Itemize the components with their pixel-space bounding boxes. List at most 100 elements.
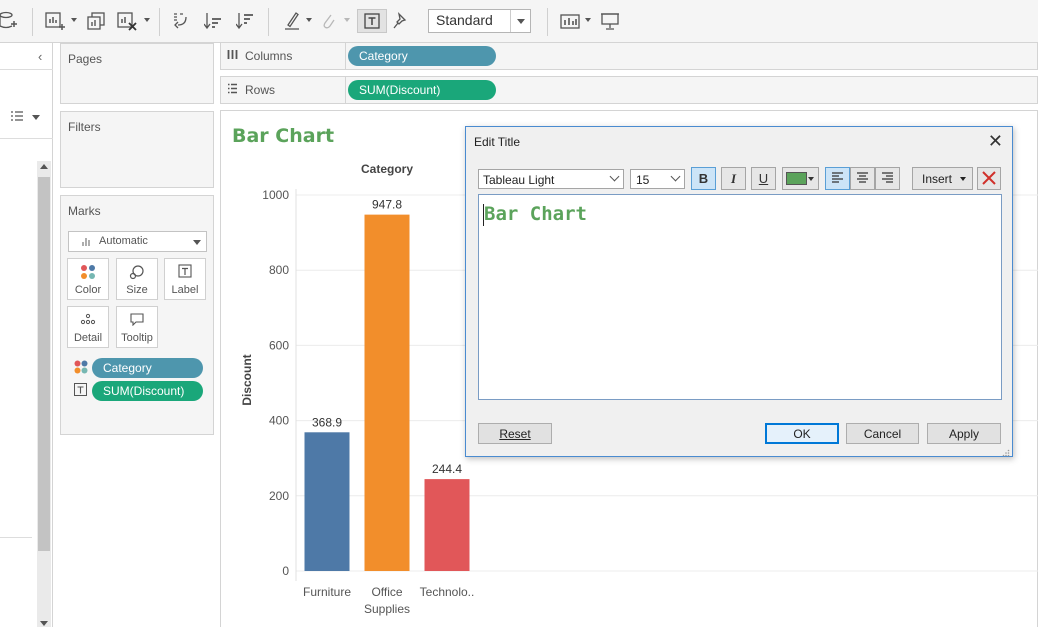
align-left-button[interactable] [825,167,850,190]
pin-icon[interactable] [392,9,410,33]
toolbar-separator [159,8,160,36]
duplicate-icon[interactable] [85,9,107,33]
vertical-scrollbar[interactable] [37,161,51,627]
y-tick-label: 800 [269,263,289,277]
chevron-down-icon [510,10,530,32]
align-right-button[interactable] [875,167,900,190]
chevron-down-icon [670,171,681,182]
apply-button[interactable]: Apply [927,423,1001,444]
label-label: Label [171,284,199,296]
bold-button[interactable]: B [691,167,716,190]
align-center-button[interactable] [850,167,875,190]
new-worksheet-dropdown-icon[interactable] [71,18,77,22]
scroll-thumb[interactable] [38,177,50,551]
swap-icon[interactable] [171,9,191,33]
insert-button[interactable]: Insert [912,167,973,190]
show-me-dropdown-icon[interactable] [585,18,591,22]
red-x-icon [982,171,996,185]
bar-chart-icon [82,237,91,249]
rows-pill[interactable]: SUM(Discount) [348,80,496,100]
presentation-icon[interactable] [600,9,620,33]
detail-button[interactable]: Detail [67,306,109,348]
reset-button[interactable]: Reset [478,423,552,444]
color-label: Color [74,284,102,296]
resize-grip-icon[interactable] [1002,446,1010,457]
label-icon [74,383,87,399]
view-dropdown-icon[interactable] [32,115,40,120]
underline-button[interactable]: U [751,167,776,190]
pages-card[interactable]: Pages [60,43,214,104]
clear-format-button[interactable] [977,167,1001,190]
show-me-icon[interactable] [559,9,581,33]
columns-shelf: Columns Category [220,42,1038,70]
pill-label: Category [359,49,408,63]
toolbar-separator [32,8,33,36]
highlight-icon[interactable] [282,9,302,33]
new-worksheet-icon[interactable] [44,9,66,33]
x-tick-label: Furniture [303,585,351,599]
toolbar: Standard [0,0,1038,43]
color-dots-icon [74,360,88,377]
rows-icon [227,83,238,97]
show-labels-icon[interactable] [357,9,387,33]
label-button[interactable]: Label [164,258,206,300]
columns-label: Columns [245,49,293,63]
view-mode-value: Standard [436,12,493,28]
title-editor-content[interactable]: Bar Chart [484,203,587,225]
clear-icon[interactable] [116,9,138,33]
x-tick-label: Office [371,585,402,599]
cancel-label: Cancel [863,427,902,441]
new-data-source-icon[interactable] [0,9,18,33]
title-text-editor[interactable]: Bar Chart [478,194,1002,400]
scroll-down-icon[interactable] [40,621,48,626]
pill-label: SUM(Discount) [359,83,441,97]
category-color-pill[interactable]: Category [92,358,203,378]
divider [0,69,53,70]
discount-label-pill[interactable]: SUM(Discount) [92,381,203,401]
scroll-up-icon[interactable] [40,164,48,169]
toolbar-separator [268,8,269,36]
highlight-dropdown-icon[interactable] [306,18,312,22]
sort-ascending-icon[interactable] [203,9,223,33]
group-icon[interactable] [319,9,337,33]
filters-card[interactable]: Filters [60,111,214,188]
y-tick-label: 600 [269,338,289,352]
detail-label: Detail [73,332,103,344]
size-button[interactable]: Size [116,258,158,300]
chevron-down-icon [960,177,966,181]
italic-button[interactable]: I [721,167,746,190]
apply-label: Apply [948,427,980,441]
collapse-pane-icon[interactable]: ‹ [38,49,42,64]
dialog-title: Edit Title [474,135,521,149]
close-icon[interactable]: ✕ [988,132,1003,150]
rows-shelf: Rows SUM(Discount) [220,76,1038,104]
pill-label: Category [103,361,152,375]
text-color-button[interactable] [782,167,819,190]
columns-pill[interactable]: Category [348,46,496,66]
bar-technolo- [424,479,470,571]
sort-descending-icon[interactable] [235,9,255,33]
list-view-icon[interactable] [10,110,24,122]
x-tick-label: Supplies [364,602,410,616]
align-right-icon [881,171,894,186]
ok-label: OK [793,427,811,441]
y-tick-label: 200 [269,489,289,503]
bar-office-supplies [364,214,410,571]
data-label: 368.9 [312,415,342,429]
mark-type-select[interactable]: Automatic [68,231,207,252]
clear-dropdown-icon[interactable] [144,18,150,22]
font-size-value: 15 [636,173,650,187]
cancel-button[interactable]: Cancel [846,423,919,444]
rows-label: Rows [245,83,276,97]
font-family-select[interactable]: Tableau Light [478,169,624,189]
group-dropdown-icon[interactable] [344,18,350,22]
tooltip-button[interactable]: Tooltip [116,306,158,348]
view-mode-select[interactable]: Standard [428,9,531,33]
y-tick-label: 0 [282,564,289,578]
align-left-icon [831,171,844,186]
color-dots-icon [68,264,108,280]
ok-button[interactable]: OK [765,423,839,444]
font-size-select[interactable]: 15 [630,169,685,189]
edit-title-dialog: Edit Title ✕ Tableau Light 15 B I U Inse… [465,126,1013,457]
color-button[interactable]: Color [67,258,109,300]
